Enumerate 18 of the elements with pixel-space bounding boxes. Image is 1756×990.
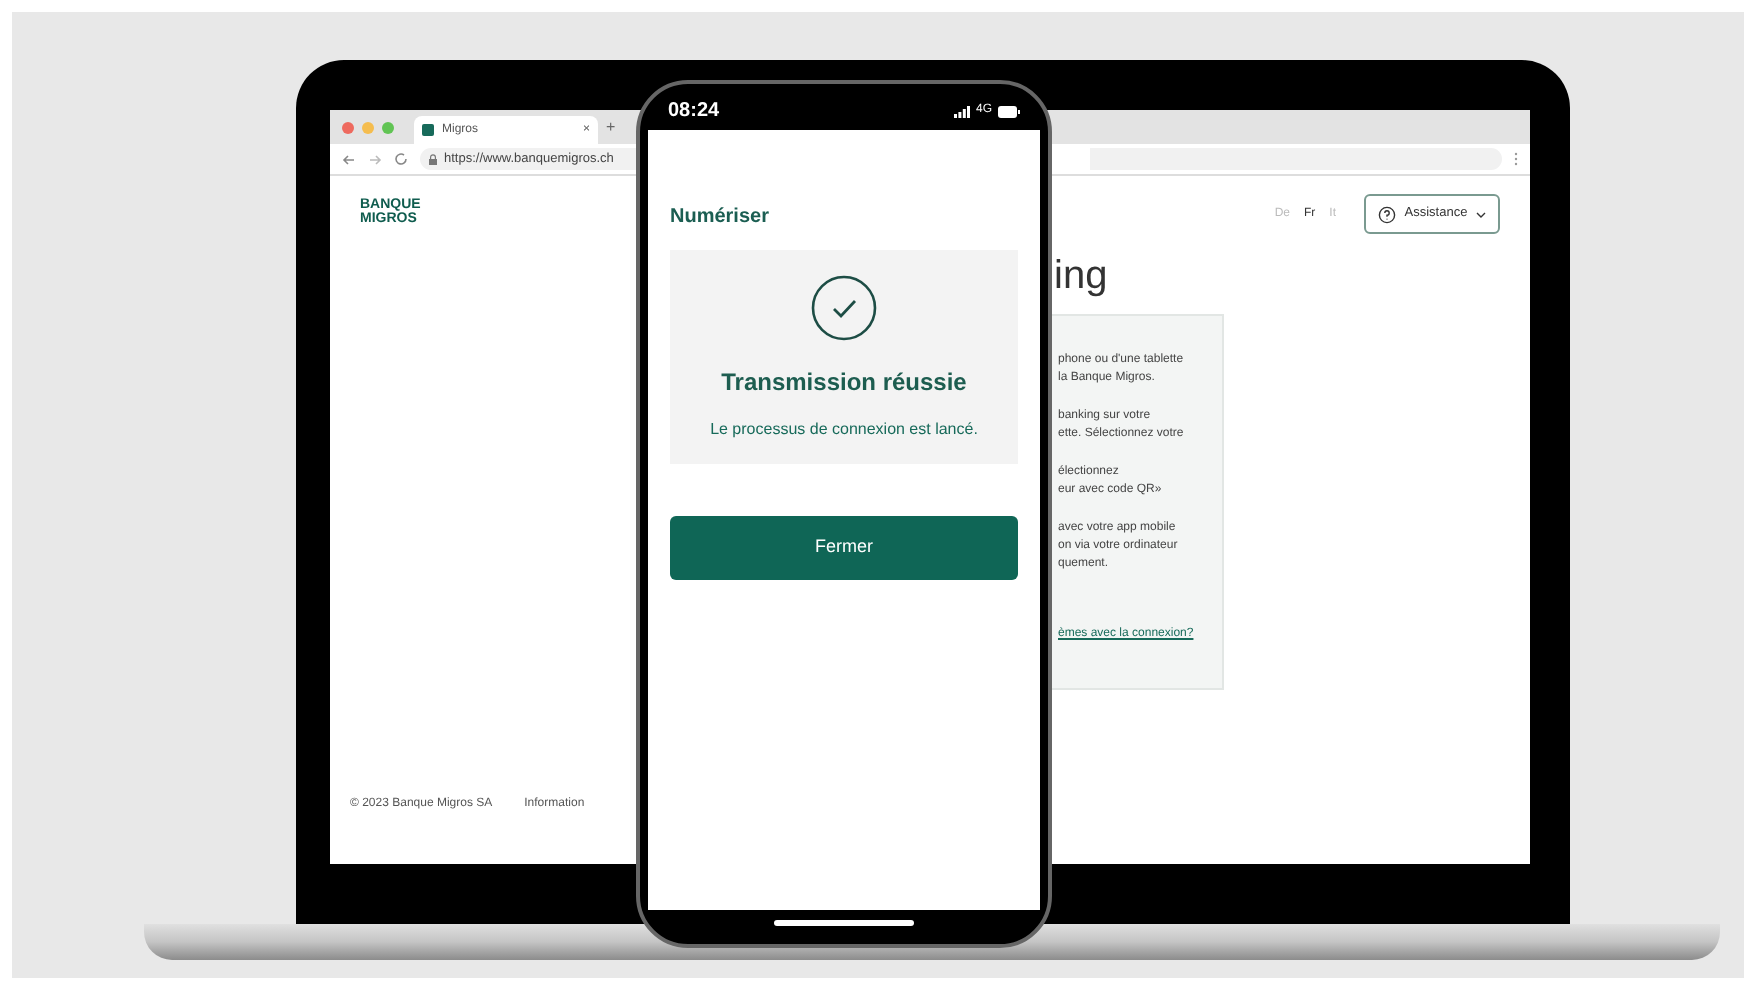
reload-icon[interactable] [394, 152, 408, 166]
lock-icon [428, 153, 438, 165]
home-indicator [774, 920, 914, 926]
close-button[interactable]: Fermer [670, 516, 1018, 580]
back-arrow-icon[interactable] [342, 153, 356, 165]
screen-title: Numériser [670, 204, 771, 232]
tab-favicon-icon [422, 124, 434, 136]
new-tab-button[interactable]: + [606, 115, 616, 139]
status-message: Le processus de connexion est lancé. [710, 418, 978, 442]
help-icon [1378, 205, 1397, 223]
check-circle-icon [810, 274, 878, 342]
signal-icon [953, 105, 970, 117]
caret-icon [1475, 211, 1486, 217]
page-heading: ing [1054, 254, 1110, 298]
status-title: Transmission réussie [721, 366, 967, 400]
forward-arrow-icon[interactable] [368, 153, 382, 165]
status-time: 08:24 [668, 98, 720, 126]
battery-icon [998, 105, 1020, 117]
